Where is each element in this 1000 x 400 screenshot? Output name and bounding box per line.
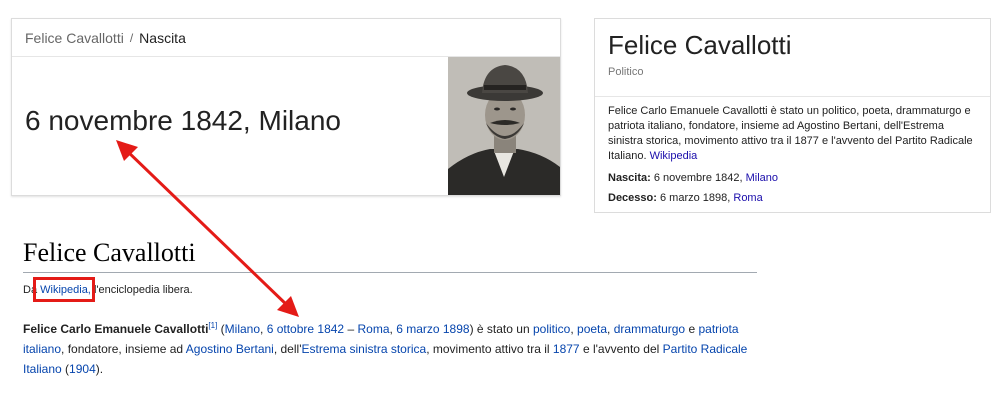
annotation-arrow [116, 140, 299, 317]
arrow-shaft [124, 148, 291, 309]
